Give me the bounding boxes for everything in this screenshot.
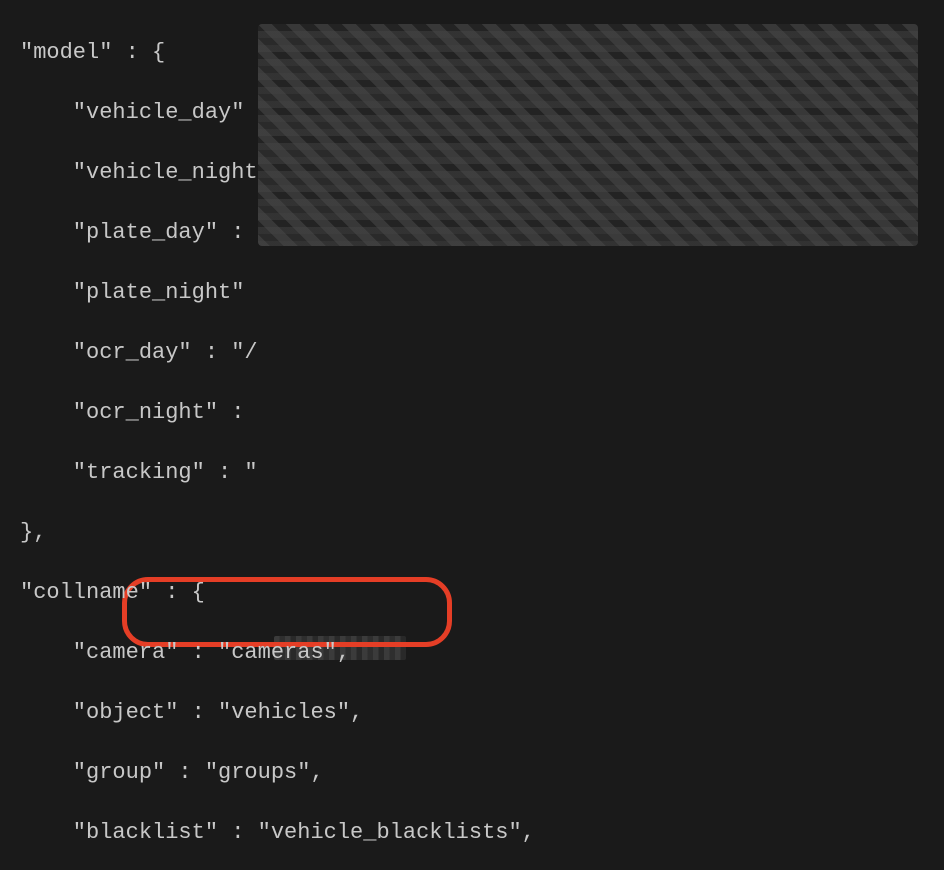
- code-line: "plate_day" :: [20, 220, 244, 245]
- code-line: "object" : "vehicles",: [20, 700, 363, 725]
- code-block: "model" : { "vehicle_day" "vehicle_night…: [0, 0, 944, 870]
- code-line: "tracking" : ": [20, 460, 258, 485]
- code-line: "ocr_night" :: [20, 400, 244, 425]
- code-line: "blacklist" : "vehicle_blacklists",: [20, 820, 535, 845]
- code-line: },: [20, 520, 46, 545]
- code-line: "collname" : {: [20, 580, 205, 605]
- code-line: "model" : {: [20, 40, 165, 65]
- redacted-region: [258, 24, 918, 246]
- code-line: "plate_night": [20, 280, 244, 305]
- code-line: "vehicle_day": [20, 100, 244, 125]
- code-line: "camera" : "cameras",: [20, 640, 350, 665]
- code-line: "ocr_day" : "/: [20, 340, 258, 365]
- code-line: "group" : "groups",: [20, 760, 324, 785]
- code-line: "vehicle_night: [20, 160, 258, 185]
